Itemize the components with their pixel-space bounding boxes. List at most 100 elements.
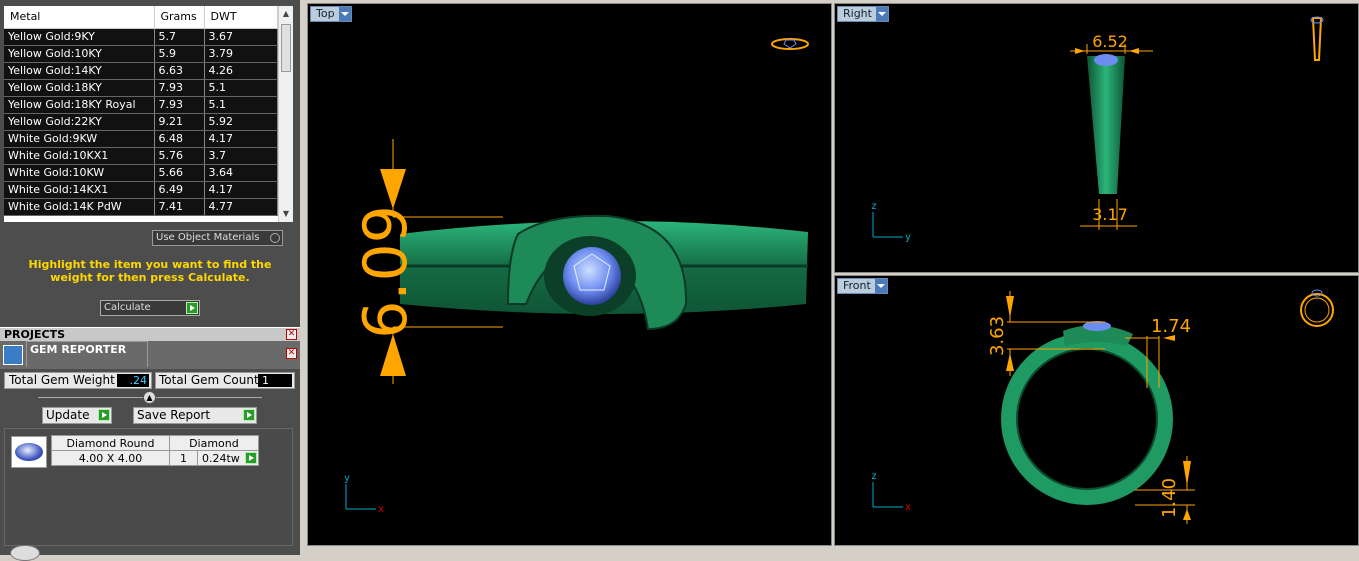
gem-type: Diamond (169, 435, 259, 451)
update-label: Update (46, 408, 90, 422)
col-grams[interactable]: Grams (154, 6, 205, 29)
dwt-cell: 3.7 (204, 147, 278, 165)
close-icon[interactable]: ✕ (286, 329, 297, 340)
gem-list: Diamond Round Diamond 4.00 X 4.00 1 0.24… (4, 428, 293, 546)
gem-size: 4.00 X 4.00 (51, 450, 170, 466)
gem-row[interactable]: Diamond Round Diamond 4.00 X 4.00 1 0.24… (51, 435, 259, 466)
total-gem-weight-value: .24 (117, 374, 149, 387)
diamond-gem (563, 247, 621, 305)
top-dimension: 6.09 (351, 205, 421, 339)
total-gem-count: Total Gem Count 1 (155, 372, 295, 389)
dwt-cell: 3.67 (204, 28, 278, 46)
metal-cell: White Gold:14KX1 (4, 181, 155, 199)
grams-cell: 6.49 (154, 181, 205, 199)
front-dimension-c: 1.40 (1159, 478, 1180, 518)
ring-front-preview-icon (1300, 289, 1334, 327)
calculate-button[interactable]: Calculate (100, 300, 200, 316)
svg-text:y: y (344, 473, 350, 484)
svg-text:z: z (871, 201, 877, 212)
front-dimension-b: 1.74 (1151, 316, 1191, 337)
grams-cell: 6.63 (154, 62, 205, 80)
projects-label: PROJECTS (4, 328, 65, 341)
scroll-down-icon[interactable]: ▼ (279, 206, 293, 222)
chevron-down-icon[interactable] (877, 12, 886, 16)
grams-cell: 5.66 (154, 164, 205, 182)
ring-preview-icon (771, 38, 809, 50)
save-report-label: Save Report (137, 408, 211, 422)
table-row[interactable]: Yellow Gold:18KY Royal 7.93 5.1 (4, 96, 278, 114)
table-row[interactable]: Yellow Gold:18KY 7.93 5.1 (4, 79, 278, 97)
viewport-area: Top 6.09 y x Right 6.52 3.17 z y Front 3… (300, 0, 1359, 555)
gem-reporter-header: GEM REPORTER ✕ (0, 341, 300, 369)
dim-arrow-up (380, 334, 406, 376)
axis-gizmo: z y (871, 201, 911, 243)
scroll-thumb[interactable] (281, 24, 291, 72)
metal-cell: Yellow Gold:18KY (4, 79, 155, 97)
metal-weight-list[interactable]: Metal Grams DWT Yellow Gold:9KY 5.7 3.67 Ye… (4, 6, 293, 222)
front-view-canvas: 3.63 1.74 1.40 z x (871, 289, 1334, 524)
col-dwt[interactable]: DWT (204, 6, 278, 29)
table-row[interactable]: White Gold:10KW 5.66 3.64 (4, 164, 278, 182)
grams-cell: 5.76 (154, 147, 205, 165)
gem-name: Diamond Round (51, 435, 170, 451)
chevron-down-icon[interactable] (876, 284, 885, 288)
dwt-cell: 4.77 (204, 198, 278, 216)
scroll-up-icon[interactable]: ▲ (279, 6, 293, 22)
close-icon[interactable]: ✕ (286, 348, 297, 359)
use-object-materials-toggle[interactable]: Use Object Materials (152, 230, 283, 246)
left-panel: Metal Grams DWT Yellow Gold:9KY 5.7 3.67 Ye… (0, 0, 300, 561)
col-metal[interactable]: Metal (4, 6, 155, 29)
grams-cell: 7.41 (154, 198, 205, 216)
update-button[interactable]: Update (42, 407, 112, 424)
save-report-button[interactable]: Save Report (133, 407, 257, 424)
metal-list-scrollbar[interactable]: ▲ ▼ (278, 6, 293, 222)
diamond-thumbnail[interactable] (11, 436, 47, 468)
metal-cell: Yellow Gold:18KY Royal (4, 96, 155, 114)
table-row[interactable]: Yellow Gold:10KY 5.9 3.79 (4, 45, 278, 63)
table-row[interactable]: White Gold:9KW 6.48 4.17 (4, 130, 278, 148)
play-icon[interactable] (243, 409, 255, 421)
radio-icon[interactable] (270, 233, 280, 243)
axis-gizmo: z x (871, 471, 911, 513)
metal-cell: Yellow Gold:10KY (4, 45, 155, 63)
right-dimension-top: 6.52 (1092, 32, 1128, 51)
metal-cell: White Gold:9KW (4, 130, 155, 148)
use-object-materials-label: Use Object Materials (156, 232, 260, 243)
svg-text:y: y (905, 232, 911, 243)
chevron-down-icon[interactable] (340, 12, 349, 16)
total-gem-weight-label: Total Gem Weight (9, 373, 115, 387)
round-button[interactable] (10, 545, 40, 561)
total-gem-count-value: 1 (258, 374, 292, 387)
front-dimension-a: 3.63 (987, 316, 1008, 356)
gem-qty: 1 (169, 450, 198, 466)
right-view-canvas: 6.52 3.17 z y (871, 16, 1324, 243)
table-row[interactable]: Yellow Gold:9KY 5.7 3.67 (4, 28, 278, 46)
dwt-cell: 5.1 (204, 96, 278, 114)
table-row[interactable]: White Gold:10KX1 5.76 3.7 (4, 147, 278, 165)
top-viewport[interactable]: Top 6.09 y x (307, 3, 832, 546)
gem-weight[interactable]: 0.24tw (197, 450, 259, 466)
grams-cell: 9.21 (154, 113, 205, 131)
gem-reporter-title: GEM REPORTER (30, 343, 127, 356)
play-icon[interactable] (98, 409, 110, 421)
dwt-cell: 4.17 (204, 181, 278, 199)
table-row[interactable]: Yellow Gold:14KY 6.63 4.26 (4, 62, 278, 80)
front-viewport[interactable]: Front 3.63 1.74 1.40 z x (834, 275, 1359, 546)
ring-front (1001, 333, 1173, 505)
table-row[interactable]: White Gold:14KX1 6.49 4.17 (4, 181, 278, 199)
dwt-cell: 5.1 (204, 79, 278, 97)
metal-cell: White Gold:14K PdW (4, 198, 155, 216)
dwt-cell: 3.79 (204, 45, 278, 63)
right-viewport[interactable]: Right 6.52 3.17 z y (834, 3, 1359, 273)
dwt-cell: 4.26 (204, 62, 278, 80)
svg-text:x: x (378, 504, 384, 515)
play-icon[interactable] (186, 302, 198, 314)
collapse-icon[interactable]: ▲ (143, 391, 156, 404)
play-icon[interactable] (244, 452, 257, 464)
metal-cell: Yellow Gold:14KY (4, 62, 155, 80)
total-gem-count-label: Total Gem Count (159, 373, 259, 387)
metal-table: Metal Grams DWT Yellow Gold:9KY 5.7 3.67 Ye… (4, 6, 278, 216)
table-row[interactable]: White Gold:14K PdW 7.41 4.77 (4, 198, 278, 216)
metal-cell: White Gold:10KW (4, 164, 155, 182)
table-row[interactable]: Yellow Gold:22KY 9.21 5.92 (4, 113, 278, 131)
